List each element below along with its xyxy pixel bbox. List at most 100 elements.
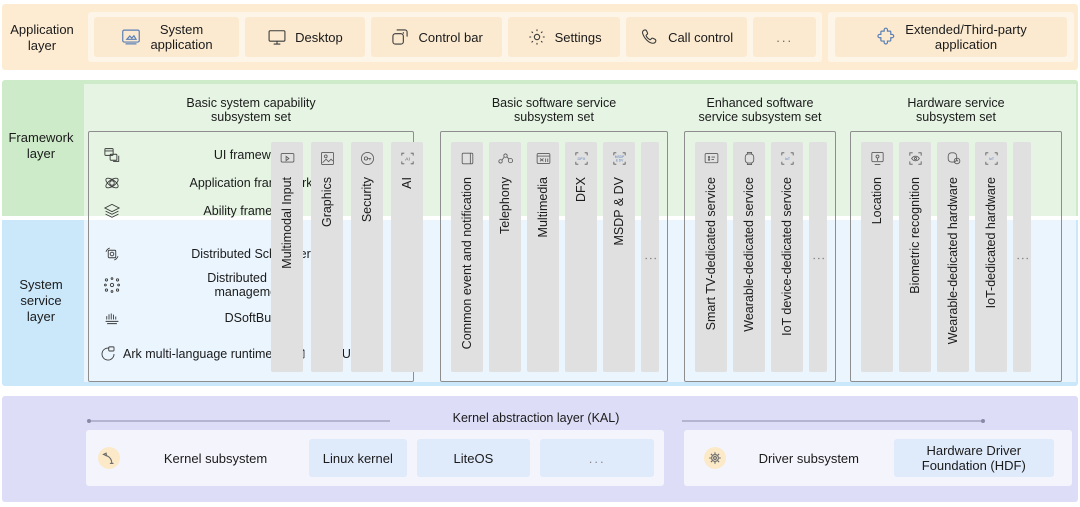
ai-icon: AI: [399, 150, 416, 167]
subsystem-set-title: Enhanced software service subsystem set: [685, 96, 835, 124]
app-chip-control-bar[interactable]: Control bar: [371, 17, 503, 57]
app-chip-label: System application: [150, 22, 212, 52]
application-framework-icon: [103, 174, 121, 192]
svg-text:IoT: IoT: [784, 157, 790, 161]
subsystem-column-graphics[interactable]: Graphics: [311, 142, 343, 372]
distributed-scheduler-icon: [103, 245, 121, 263]
subsystem-set-title-line2: subsystem set: [89, 110, 413, 124]
subsystem-column-iot-dedicated-hardware[interactable]: IoT IoT-dedicated hardware: [975, 142, 1007, 372]
app-chip-label-line1: System: [150, 22, 212, 37]
kernel-chip-label-line2: Foundation (HDF): [922, 458, 1026, 473]
kernel-chip-hardware-driver-foundation[interactable]: Hardware Driver Foundation (HDF): [894, 439, 1054, 477]
subsystem-column-label: IoT-dedicated hardware: [984, 177, 998, 308]
location-icon: [869, 150, 886, 167]
subsystem-set-title-line1: Enhanced software: [685, 96, 835, 110]
subsystem-column-label: Security: [360, 177, 374, 222]
kernel-abstraction-layer-rule: Kernel abstraction layer (KAL): [86, 414, 986, 428]
app-chip-label: Desktop: [295, 30, 343, 45]
subsystem-column-smart-tv-dedicated-service[interactable]: Smart TV-dedicated service: [695, 142, 727, 372]
driver-subsystem-label: Driver subsystem: [738, 451, 880, 466]
subsystem-column-label: MSDP & DV: [612, 177, 626, 246]
driver-subsystem-strip: Driver subsystem Hardware Driver Foundat…: [684, 430, 1072, 486]
subsystem-column-iot-device-dedicated-service[interactable]: IoT IoT device-dedicated service: [771, 142, 803, 372]
security-icon: [359, 150, 376, 167]
subsystem-column-more[interactable]: ⋮: [809, 142, 827, 372]
iot-hardware-icon: IoT: [983, 150, 1000, 167]
app-chip-desktop[interactable]: Desktop: [245, 17, 365, 57]
kernel-subsystem-label: Kernel subsystem: [132, 451, 299, 466]
kernel-abstraction-layer-label: Kernel abstraction layer (KAL): [86, 411, 986, 425]
subsystem-column-label: Wearable-dedicated service: [742, 177, 756, 332]
application-layer-label-line2: layer: [4, 38, 80, 54]
app-chip-more[interactable]: ...: [753, 17, 816, 57]
app-chip-label-line1: Extended/Third-party: [905, 22, 1026, 37]
system-service-layer-label: System service layer: [2, 277, 80, 325]
application-layer-label: Application layer: [4, 22, 80, 54]
multimodal-input-icon: [279, 150, 296, 167]
app-chip-extended-third-party-application[interactable]: Extended/Third-party application: [835, 17, 1067, 57]
subsystem-set-title: Basic system capability subsystem set: [89, 96, 413, 124]
subsystem-column-multimodal-input[interactable]: Multimodal Input: [271, 142, 303, 372]
app-chip-label: Call control: [668, 30, 733, 45]
driver-subsystem-title: Driver subsystem: [702, 445, 880, 471]
kernel-chip-label: ...: [589, 451, 606, 466]
subsystem-column-wearable-dedicated-service[interactable]: Wearable-dedicated service: [733, 142, 765, 372]
app-chip-system-application[interactable]: System application: [94, 17, 239, 57]
distributed-data-management-icon: [103, 276, 121, 294]
subsystem-column-ai[interactable]: AI AI: [391, 142, 423, 372]
subsystem-column-telephony[interactable]: Telephony: [489, 142, 521, 372]
kernel-chip-liteos[interactable]: LiteOS: [417, 439, 531, 477]
subsystem-column-label: Smart TV-dedicated service: [704, 177, 718, 330]
svg-text:& DV: & DV: [615, 159, 623, 163]
subsystem-column-label: Telephony: [498, 177, 512, 234]
subsystem-column-wearable-dedicated-hardware[interactable]: Wearable-dedicated hardware: [937, 142, 969, 372]
puzzle-icon: [875, 26, 897, 48]
subsystem-column-biometric-recognition[interactable]: Biometric recognition: [899, 142, 931, 372]
subsystem-column-label: IoT device-dedicated service: [780, 177, 794, 336]
subsystem-column-more[interactable]: ⋮: [1013, 142, 1031, 372]
notification-icon: [459, 150, 476, 167]
subsystem-column-location[interactable]: Location: [861, 142, 893, 372]
app-chip-label-line2: application: [905, 37, 1026, 52]
subsystem-column-multimedia[interactable]: Multimedia: [527, 142, 559, 372]
kernel-chip-more[interactable]: ...: [540, 439, 654, 477]
smart-tv-icon: [703, 150, 720, 167]
application-extended-apps-strip: Extended/Third-party application: [828, 12, 1074, 62]
subsystem-set-title: Basic software service subsystem set: [441, 96, 667, 124]
subsystem-set-enhanced-software-service: Enhanced software service subsystem set …: [684, 131, 836, 382]
framework-layer-label-line1: Framework: [2, 130, 80, 146]
subsystem-set-basic-system-capability: Basic system capability subsystem set UI…: [88, 131, 414, 382]
subsystem-column-more[interactable]: ⋮: [641, 142, 659, 372]
subsystem-set-title-line1: Hardware service: [851, 96, 1061, 110]
subsystem-column-common-event-and-notification[interactable]: Common event and notification: [451, 142, 483, 372]
subsystem-column-label: Wearable-dedicated hardware: [946, 177, 960, 344]
subsystem-column-label: Multimodal Input: [280, 177, 294, 269]
app-chip-label-line2: application: [150, 37, 212, 52]
subsystem-column-label: Graphics: [320, 177, 334, 227]
subsystem-column-security[interactable]: Security: [351, 142, 383, 372]
kernel-chip-label: Linux kernel: [323, 451, 393, 466]
telephony-icon: [497, 150, 514, 167]
subsystem-set-hardware-service: Hardware service subsystem set Location: [850, 131, 1062, 382]
system-service-layer-label-line1: System: [2, 277, 80, 293]
app-chip-call-control[interactable]: Call control: [626, 17, 748, 57]
feature-ark-multi-language-runtime[interactable]: Ark multi-language runtime: [99, 345, 272, 363]
kernel-chip-label: LiteOS: [454, 451, 494, 466]
framework-layer-label: Framework layer: [2, 130, 80, 162]
subsystem-column-dfx[interactable]: DFX DFX: [565, 142, 597, 372]
application-system-apps-strip: System application Desktop: [88, 12, 822, 62]
graphics-icon: [319, 150, 336, 167]
subsystem-column-msdp-dv[interactable]: MSDP & DV MSDP & DV: [603, 142, 635, 372]
subsystem-set-title-line2: subsystem set: [851, 110, 1061, 124]
subsystem-column-label: Location: [870, 177, 884, 224]
kernel-chip-label-line1: Hardware Driver: [922, 443, 1026, 458]
app-chip-settings[interactable]: Settings: [508, 17, 619, 57]
kernel-chip-linux-kernel[interactable]: Linux kernel: [309, 439, 406, 477]
monitor-icon: [267, 27, 287, 47]
kernel-subsystem-title: Kernel subsystem: [96, 445, 299, 471]
svg-text:DFX: DFX: [577, 156, 585, 161]
app-chip-label: Control bar: [418, 30, 482, 45]
system-service-layer-label-line3: layer: [2, 309, 80, 325]
kernel-chip-label: Hardware Driver Foundation (HDF): [922, 443, 1026, 473]
system-application-icon: [120, 26, 142, 48]
